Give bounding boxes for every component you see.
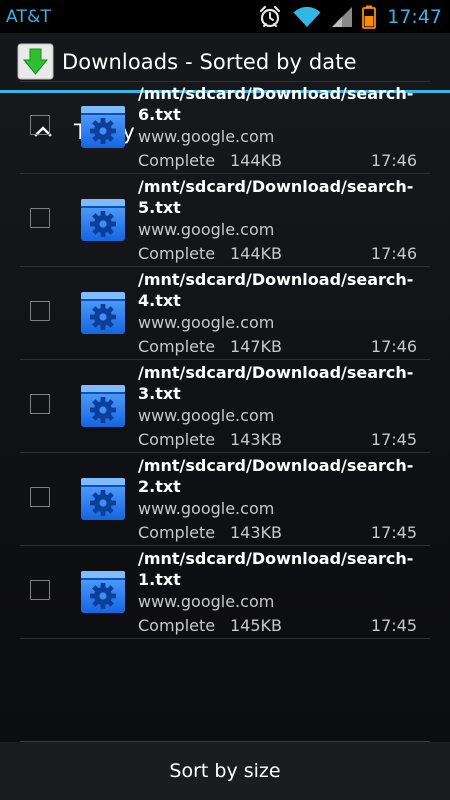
file-size: 143KB (230, 430, 283, 449)
download-time: 17:46 (370, 244, 417, 263)
signal-icon (331, 5, 353, 29)
download-row[interactable]: /mnt/sdcard/Download/search-5.txt www.go… (20, 174, 430, 267)
select-checkbox[interactable] (30, 115, 50, 135)
file-source: www.google.com (138, 406, 275, 425)
download-arrow-icon[interactable] (17, 43, 54, 80)
file-path: /mnt/sdcard/Download/search-4.txt (138, 270, 414, 310)
download-time: 17:46 (370, 151, 417, 170)
download-time: 17:46 (370, 337, 417, 356)
file-source: www.google.com (138, 313, 275, 332)
download-row[interactable]: /mnt/sdcard/Download/search-3.txt www.go… (20, 360, 430, 453)
file-settings-icon (80, 382, 126, 428)
download-status: Complete (138, 430, 216, 449)
status-icons: 17:47 (257, 4, 442, 30)
select-checkbox[interactable] (30, 580, 50, 600)
file-settings-icon (80, 475, 126, 521)
file-size: 144KB (230, 244, 283, 263)
download-status: Complete (138, 523, 216, 542)
file-source: www.google.com (138, 127, 275, 146)
file-path: /mnt/sdcard/Download/search-6.txt (138, 84, 414, 124)
file-source: www.google.com (138, 592, 275, 611)
file-size: 144KB (230, 151, 283, 170)
download-status: Complete (138, 244, 216, 263)
sort-by-size-button[interactable]: Sort by size (145, 752, 304, 790)
bottom-bar: Sort by size (0, 742, 450, 800)
select-checkbox[interactable] (30, 208, 50, 228)
download-status: Complete (138, 151, 216, 170)
status-clock: 17:47 (387, 5, 442, 28)
download-status: Complete (138, 616, 216, 635)
download-time: 17:45 (370, 523, 417, 542)
file-size: 143KB (230, 523, 283, 542)
file-path: /mnt/sdcard/Download/search-2.txt (138, 456, 414, 496)
page-title: Downloads - Sorted by date (62, 49, 357, 74)
file-path: /mnt/sdcard/Download/search-5.txt (138, 177, 414, 217)
file-source: www.google.com (138, 220, 275, 239)
select-checkbox[interactable] (30, 301, 50, 321)
file-settings-icon (80, 103, 126, 149)
download-status: Complete (138, 337, 216, 356)
file-path: /mnt/sdcard/Download/search-1.txt (138, 549, 414, 589)
file-settings-icon (80, 196, 126, 242)
wifi-icon (293, 5, 321, 29)
file-settings-icon (80, 289, 126, 335)
download-row[interactable]: /mnt/sdcard/Download/search-4.txt www.go… (20, 267, 430, 360)
download-row[interactable]: /mnt/sdcard/Download/search-6.txt www.go… (20, 81, 430, 174)
battery-icon (361, 4, 377, 30)
select-checkbox[interactable] (30, 394, 50, 414)
download-row[interactable]: /mnt/sdcard/Download/search-2.txt www.go… (20, 453, 430, 546)
download-row[interactable]: /mnt/sdcard/Download/search-1.txt www.go… (20, 546, 430, 639)
file-size: 145KB (230, 616, 283, 635)
file-source: www.google.com (138, 499, 275, 518)
download-list: /mnt/sdcard/Download/search-6.txt www.go… (20, 81, 430, 639)
file-settings-icon (80, 568, 126, 614)
carrier-name: AT&T (6, 6, 52, 27)
alarm-icon (257, 5, 283, 29)
download-time: 17:45 (370, 430, 417, 449)
download-time: 17:45 (370, 616, 417, 635)
select-checkbox[interactable] (30, 487, 50, 507)
file-size: 147KB (230, 337, 283, 356)
file-path: /mnt/sdcard/Download/search-3.txt (138, 363, 414, 403)
status-bar: AT&T 17:47 (0, 0, 450, 33)
